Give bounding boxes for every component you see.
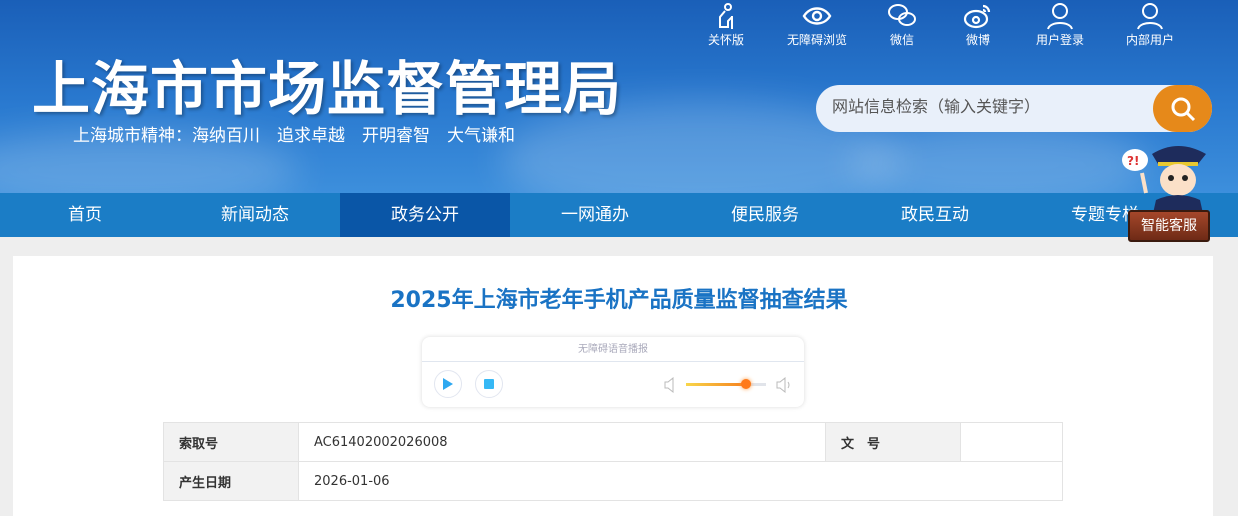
meta-key: 文 号 (825, 422, 961, 462)
play-icon (443, 378, 453, 390)
weibo-link[interactable]: 微博 (960, 2, 996, 48)
user-login-link[interactable]: 用户登录 (1032, 2, 1088, 48)
site-header: 上海市市场监督管理局 上海城市精神：海纳百川 追求卓越 开明睿智 大气谦和 关怀… (0, 0, 1238, 193)
wechat-link[interactable]: 微信 (884, 2, 920, 48)
search-button[interactable] (1153, 85, 1212, 132)
audio-player: 无障碍语音播报 (422, 337, 804, 407)
stop-icon (484, 379, 494, 389)
volume-low-icon (664, 377, 674, 393)
stop-button[interactable] (475, 370, 503, 398)
weibo-icon (963, 4, 991, 29)
elderly-mode-link[interactable]: 关怀版 (700, 2, 752, 48)
volume-fill (686, 383, 746, 386)
volume-slider[interactable] (686, 379, 766, 389)
internal-user-link[interactable]: 内部用户 (1122, 2, 1178, 48)
search-icon (1171, 97, 1195, 121)
meta-value: 2026-01-06 (298, 461, 1063, 501)
search-input[interactable] (832, 97, 1152, 116)
meta-key: 产生日期 (163, 461, 299, 501)
article-title: 2025年上海市老年手机产品质量监督抽查结果 (390, 288, 848, 313)
site-search (816, 85, 1212, 132)
nav-public-service[interactable]: 便民服务 (680, 193, 850, 237)
article-meta-table: 索取号 AC61402002026008 文 号 产生日期 2026-01-06 (163, 422, 1063, 501)
meta-value (960, 422, 1063, 462)
nav-interaction[interactable]: 政民互动 (850, 193, 1020, 237)
nav-government-affairs[interactable]: 政务公开 (340, 193, 510, 237)
play-button[interactable] (434, 370, 462, 398)
volume-knob[interactable] (741, 379, 751, 389)
user-icon (1047, 3, 1073, 30)
main-nav: 首页 新闻动态 政务公开 一网通办 便民服务 政民互动 专题专栏 (0, 193, 1238, 237)
meta-key: 索取号 (163, 422, 299, 462)
table-row: 索取号 AC61402002026008 文 号 (163, 422, 1063, 462)
accessibility-link[interactable]: 无障碍浏览 (772, 2, 862, 48)
assistant-label: 智能客服 (1128, 210, 1210, 242)
volume-high-icon (776, 377, 790, 393)
nav-news[interactable]: 新闻动态 (170, 193, 340, 237)
smart-assistant[interactable]: ?! 智能客服 (1118, 138, 1214, 242)
table-row: 产生日期 2026-01-06 (163, 461, 1063, 501)
eye-icon (802, 7, 832, 25)
slogan: 上海城市精神：海纳百川 追求卓越 开明睿智 大气谦和 (73, 126, 515, 146)
wechat-icon (888, 4, 916, 26)
nav-home[interactable]: 首页 (0, 193, 170, 237)
assistant-mascot-icon: ?! (1122, 146, 1206, 218)
nav-one-stop-service[interactable]: 一网通办 (510, 193, 680, 237)
user-icon (1137, 3, 1163, 30)
elderly-icon (719, 3, 733, 29)
player-label: 无障碍语音播报 (422, 337, 804, 362)
meta-value: AC61402002026008 (298, 422, 826, 462)
svg-text:?!: ?! (1127, 154, 1139, 168)
site-logo[interactable]: 上海市市场监督管理局 (32, 42, 622, 126)
